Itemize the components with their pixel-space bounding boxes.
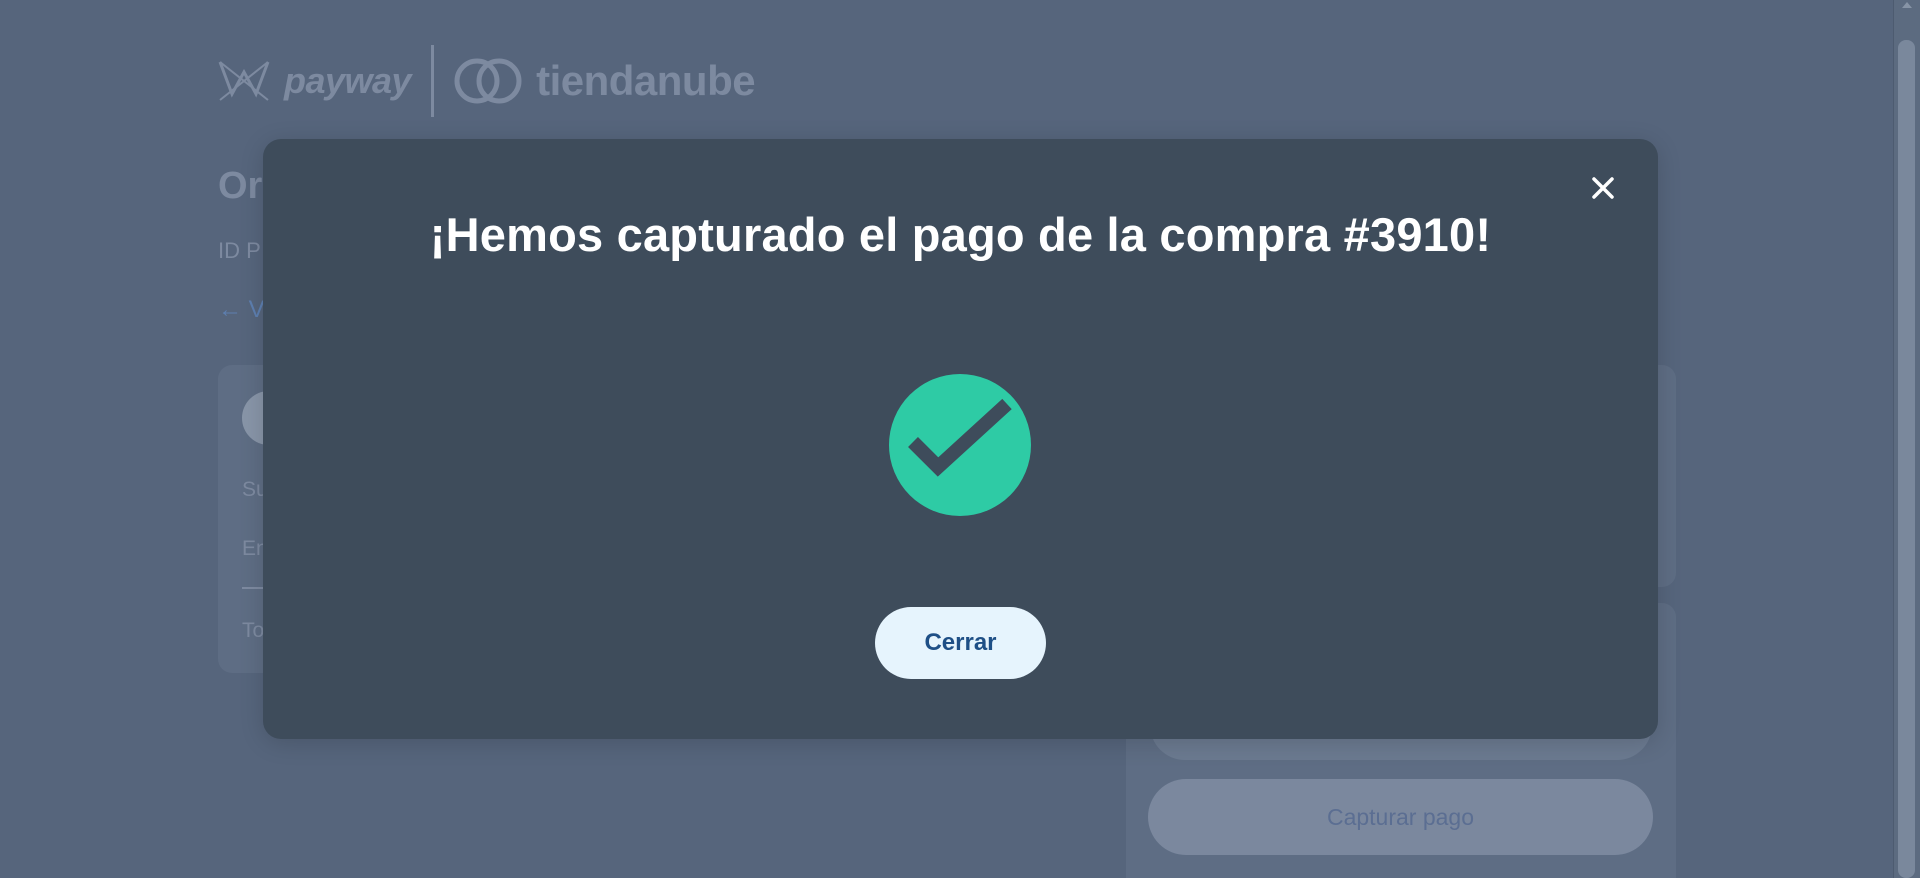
- logo-divider: [431, 45, 435, 117]
- payway-logo-icon: [218, 61, 270, 101]
- close-icon: [1592, 177, 1614, 199]
- close-button[interactable]: [1588, 173, 1618, 203]
- check-circle-icon: [889, 374, 1031, 516]
- tiendanube-logo-icon: [454, 58, 522, 104]
- capture-payment-button[interactable]: Capturar pago: [1148, 779, 1653, 855]
- page-scrollbar[interactable]: [1893, 0, 1920, 878]
- close-modal-button[interactable]: Cerrar: [875, 607, 1046, 679]
- summary-row-total: To: [242, 619, 265, 642]
- order-id-label: ID P: [218, 238, 261, 263]
- scrollbar-thumb[interactable]: [1898, 40, 1915, 878]
- page-title: Or: [218, 165, 263, 207]
- header-logos: payway tiendanube: [218, 42, 756, 120]
- tiendanube-logo-text: tiendanube: [536, 57, 756, 104]
- scroll-up-arrow-icon[interactable]: [1902, 2, 1912, 8]
- success-modal: ¡Hemos capturado el pago de la compra #3…: [263, 139, 1658, 739]
- modal-title: ¡Hemos capturado el pago de la compra #3…: [429, 208, 1492, 261]
- back-link[interactable]: ← V: [218, 296, 265, 324]
- payway-logo-text: payway: [284, 60, 412, 101]
